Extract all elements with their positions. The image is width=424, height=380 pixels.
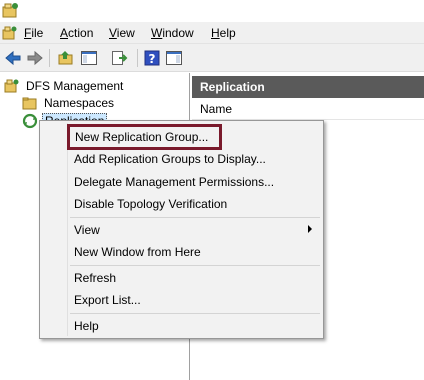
menu-item-help[interactable]: Help: [68, 315, 320, 337]
menu-item-label: Help: [74, 319, 99, 333]
up-folder-icon[interactable]: [57, 49, 75, 67]
menu-item-label: Refresh: [74, 271, 117, 285]
menu-item-label: Delegate Management Permissions...: [74, 175, 275, 189]
menu-action[interactable]: Action: [60, 26, 93, 40]
context-menu: New Replication Group... Add Replication…: [39, 120, 324, 339]
menu-action-label: ction: [68, 26, 94, 40]
tree-item-label: Namespaces: [44, 96, 115, 110]
menu-window-label: indow: [162, 26, 194, 40]
menu-separator: [70, 217, 320, 218]
menu-help-label: elp: [219, 26, 236, 40]
menu-item-label: Add Replication Groups to Display...: [74, 152, 266, 166]
menu-help[interactable]: Help: [211, 26, 236, 40]
help-icon[interactable]: ?: [143, 49, 161, 67]
tree-item-dfs-management[interactable]: DFS Management: [4, 77, 125, 95]
dfs-management-icon: [4, 79, 19, 93]
forward-arrow-icon[interactable]: [26, 49, 44, 67]
menu-window[interactable]: Window: [151, 26, 194, 40]
menu-item-export-list[interactable]: Export List...: [68, 289, 320, 311]
menu-separator: [70, 265, 320, 266]
menu-file[interactable]: File: [24, 26, 43, 40]
menu-item-view[interactable]: View: [68, 219, 320, 241]
menu-item-label: New Replication Group...: [75, 130, 209, 144]
tree-item-namespaces[interactable]: Namespaces: [22, 94, 116, 112]
title-bar: [0, 0, 424, 22]
back-arrow-icon[interactable]: [4, 49, 22, 67]
toolbar-separator: [49, 49, 50, 67]
replication-icon: [22, 113, 38, 129]
namespace-folder-icon: [22, 97, 37, 110]
menu-item-label: Disable Topology Verification: [74, 197, 228, 211]
menu-view-label: iew: [116, 26, 135, 40]
show-hide-tree-icon[interactable]: [80, 49, 98, 67]
tree-item-label: DFS Management: [26, 79, 124, 93]
menu-item-refresh[interactable]: Refresh: [68, 267, 320, 289]
system-menu-icon[interactable]: [2, 25, 18, 41]
dfs-management-app-icon: [2, 3, 18, 18]
toolbar-separator: [137, 49, 138, 67]
menu-item-label: New Window from Here: [74, 245, 201, 259]
column-header-name[interactable]: Name: [192, 98, 424, 120]
results-pane-title: Replication: [192, 76, 424, 98]
menu-item-label: Export List...: [74, 293, 141, 307]
submenu-arrow-icon: [308, 225, 312, 233]
menu-item-label: View: [74, 223, 100, 237]
menu-view[interactable]: View: [109, 26, 135, 40]
export-list-icon[interactable]: [110, 49, 128, 67]
menu-separator: [70, 313, 320, 314]
toolbar: ?: [0, 44, 424, 72]
menu-item-new-replication-group[interactable]: New Replication Group...: [67, 124, 222, 150]
menu-item-add-replication-groups[interactable]: Add Replication Groups to Display...: [68, 148, 320, 170]
menu-file-label: ile: [31, 26, 44, 40]
menu-item-disable-topology-verification[interactable]: Disable Topology Verification: [68, 193, 320, 215]
menu-item-new-window[interactable]: New Window from Here: [68, 241, 320, 263]
show-hide-action-pane-icon[interactable]: [165, 49, 183, 67]
menu-item-delegate-permissions[interactable]: Delegate Management Permissions...: [68, 171, 320, 193]
menu-bar: File Action View Window Help: [0, 22, 424, 44]
svg-text:?: ?: [149, 52, 156, 66]
